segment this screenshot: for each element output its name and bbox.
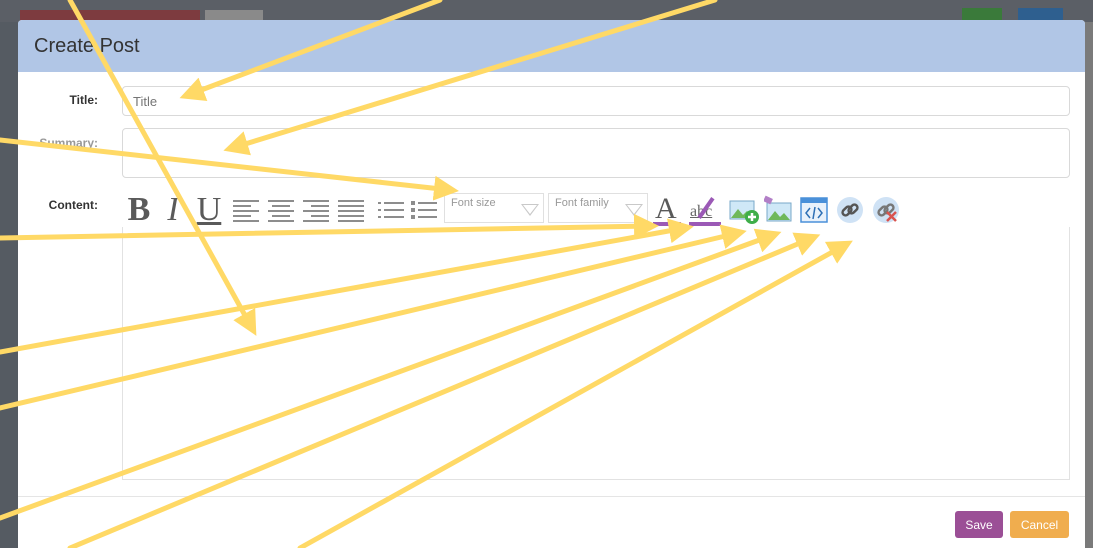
unordered-list-icon [411,197,437,223]
ordered-list-icon [378,197,404,223]
cancel-button[interactable]: Cancel [1010,511,1069,538]
save-button[interactable]: Save [955,511,1003,538]
link-button[interactable] [834,193,866,227]
content-editor[interactable] [122,227,1070,480]
align-right-button[interactable] [300,193,332,227]
edit-image-icon [764,195,792,222]
align-center-button[interactable] [265,193,297,227]
italic-icon: I [167,191,179,228]
html-source-icon [800,197,828,223]
font-size-placeholder: Font size [451,197,496,209]
title-label: Title: [69,93,98,107]
font-color-button[interactable]: A [652,192,682,227]
font-family-select[interactable]: Font family [548,193,648,223]
insert-image-icon [729,200,759,224]
link-icon [837,197,863,223]
content-label: Content: [48,198,98,212]
align-center-icon [268,197,294,223]
align-right-icon [303,197,329,223]
insert-image-button[interactable] [728,193,760,227]
bold-icon: B [127,191,151,228]
align-left-icon [233,197,259,223]
create-post-modal: Create Post Title: Summary: Content: B I… [18,20,1085,548]
italic-button[interactable]: I [158,193,188,227]
font-family-placeholder: Font family [555,197,609,209]
font-color-icon: A [653,192,681,226]
bold-button[interactable]: B [122,193,156,227]
spell-check-button[interactable]: abc [688,193,722,227]
unlink-button[interactable] [870,193,902,227]
summary-textarea[interactable] [122,128,1070,178]
modal-title: Create Post [34,35,140,57]
title-input[interactable] [122,86,1070,116]
edit-image-button[interactable] [763,193,795,227]
chevron-down-icon [521,204,539,216]
modal-footer-divider [18,496,1085,497]
summary-label: Summary: [39,136,98,150]
modal-header: Create Post [18,20,1085,72]
underline-button[interactable]: U [192,193,226,227]
html-source-button[interactable] [798,193,830,227]
unlink-icon [873,197,899,223]
underline-icon: U [196,191,222,228]
align-justify-button[interactable] [335,193,367,227]
spell-check-icon: abc [689,194,721,226]
align-left-button[interactable] [230,193,262,227]
align-justify-icon [338,197,364,223]
unordered-list-button[interactable] [409,193,439,227]
ordered-list-button[interactable] [376,193,406,227]
font-size-select[interactable]: Font size [444,193,544,223]
chevron-down-icon [625,204,643,216]
